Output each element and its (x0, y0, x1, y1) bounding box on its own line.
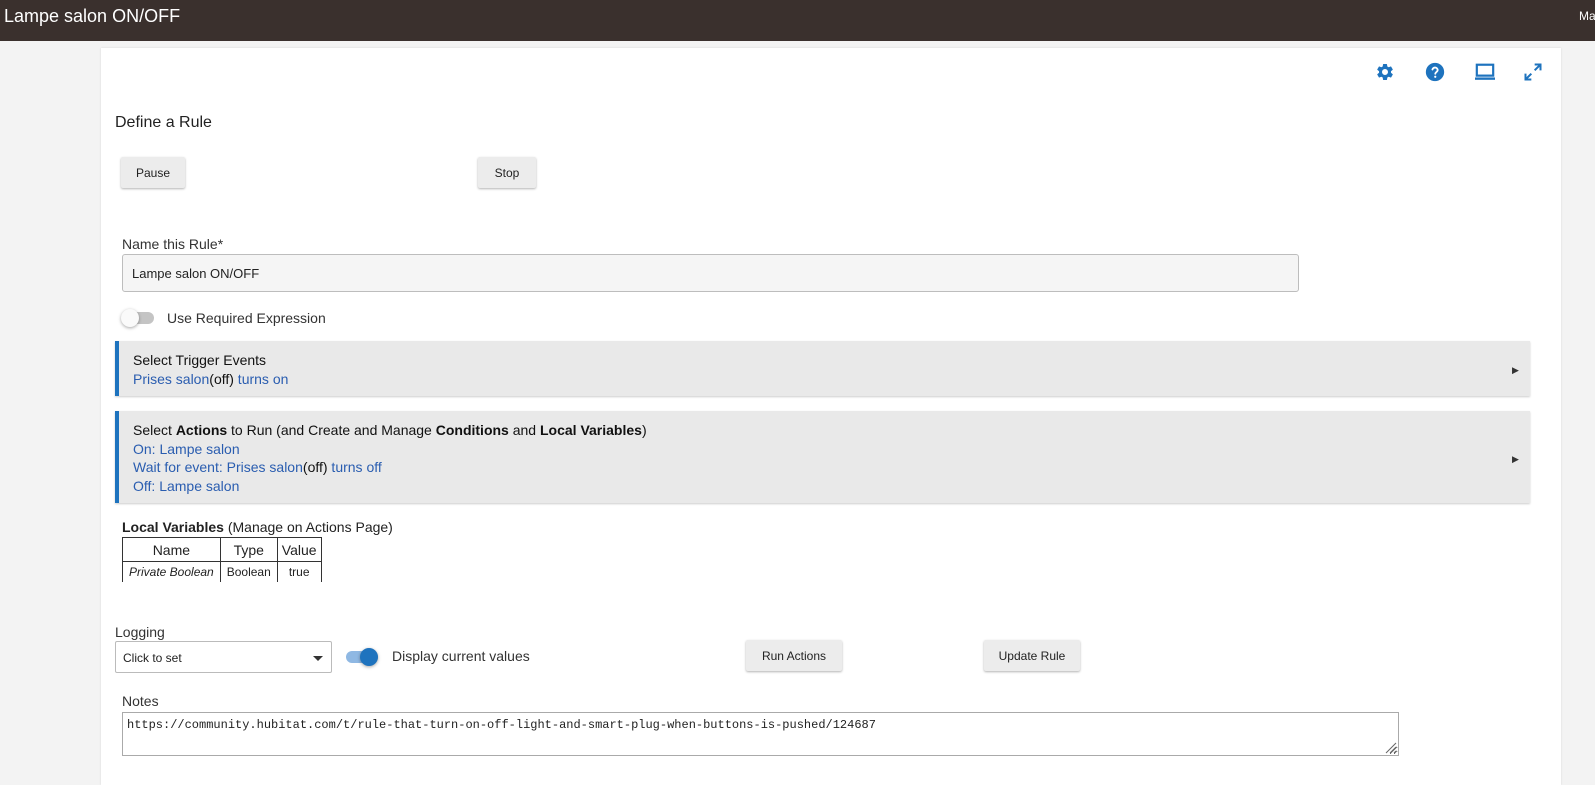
window-title: Lampe salon ON/OFF (4, 6, 181, 26)
expand-arrow-icon: ▶ (1512, 365, 1519, 375)
toggle-knob (360, 648, 378, 666)
action-line-off: Off: Lampe salon (133, 478, 240, 494)
notes-textarea[interactable]: https://community.hubitat.com/t/rule-tha… (122, 712, 1399, 756)
stop-button[interactable]: Stop (478, 157, 536, 188)
local-variables-table: Name Type Value Private Boolean Boolean … (122, 537, 322, 582)
gear-icon[interactable] (1373, 60, 1397, 84)
rule-name-label: Name this Rule* (122, 236, 224, 252)
local-variables-title: Local Variables (Manage on Actions Page) (122, 519, 393, 535)
notes-label: Notes (122, 693, 159, 709)
help-icon[interactable] (1423, 60, 1447, 84)
logging-label: Logging (115, 624, 165, 640)
resize-grip-icon[interactable] (1383, 740, 1397, 754)
top-bar: Lampe salon ON/OFF Ma (0, 0, 1595, 41)
logging-select[interactable]: Click to set (115, 641, 332, 673)
page-title: Define a Rule (115, 114, 212, 131)
action-line-wait: Wait for event: Prises salon(off) turns … (133, 459, 382, 475)
action-line-on: On: Lampe salon (133, 441, 240, 457)
run-actions-button[interactable]: Run Actions (746, 640, 842, 671)
update-rule-button[interactable]: Update Rule (984, 640, 1080, 671)
laptop-icon[interactable] (1473, 60, 1497, 84)
fullscreen-icon[interactable] (1521, 60, 1545, 84)
column-header: Name (122, 537, 221, 562)
trigger-events-section[interactable]: Select Trigger Events Prises salon(off) … (115, 341, 1530, 396)
variable-value: true (276, 561, 322, 582)
required-expression-label: Use Required Expression (167, 310, 326, 326)
expand-arrow-icon: ▶ (1512, 454, 1519, 464)
toggle-knob (121, 309, 139, 327)
trigger-event-line: Prises salon(off) turns on (133, 371, 289, 387)
trigger-events-heading: Select Trigger Events (133, 352, 267, 368)
actions-section[interactable]: Select Actions to Run (and Create and Ma… (115, 411, 1530, 503)
actions-heading: Select Actions to Run (and Create and Ma… (133, 422, 647, 438)
chevron-down-icon (313, 656, 323, 661)
user-menu[interactable]: Ma (1579, 9, 1595, 23)
variable-type: Boolean (219, 561, 278, 582)
column-header: Value (276, 537, 322, 562)
display-values-label: Display current values (392, 648, 530, 664)
variable-name: Private Boolean (122, 561, 221, 582)
pause-button[interactable]: Pause (121, 157, 185, 188)
column-header: Type (219, 537, 278, 562)
logging-selected-value: Click to set (123, 651, 182, 665)
table-row: Private Boolean Boolean true (122, 561, 322, 582)
rule-name-input[interactable] (122, 254, 1299, 292)
